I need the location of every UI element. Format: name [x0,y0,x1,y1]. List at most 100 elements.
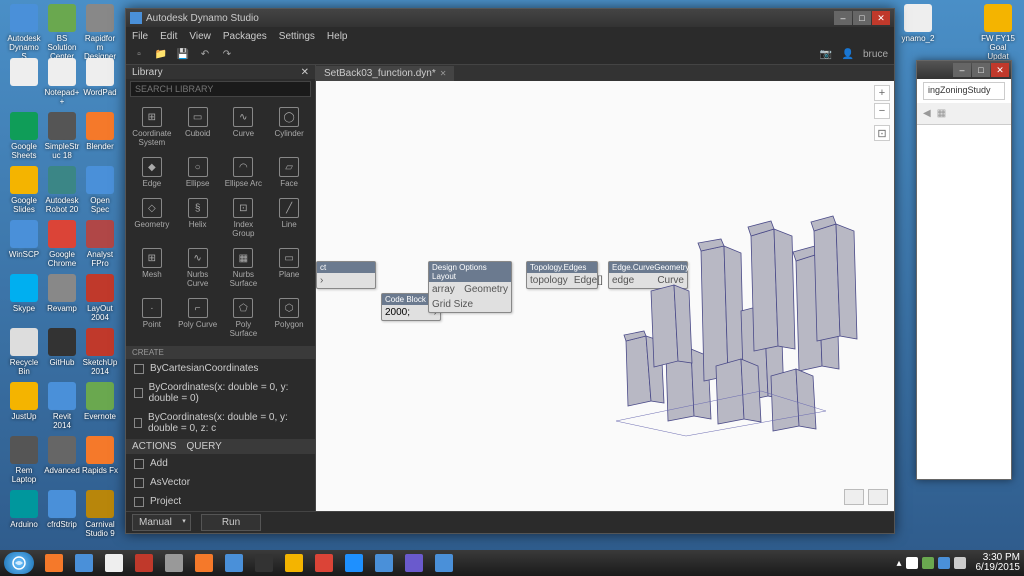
action-item[interactable]: Add [126,454,315,473]
document-tab[interactable]: SetBack03_function.dyn* ✕ [316,66,454,81]
desktop-icon[interactable]: Advanced [44,436,80,475]
category-index-group[interactable]: ⊡Index Group [222,194,266,242]
category-poly-surface[interactable]: ⬠Poly Surface [222,294,266,342]
category-point[interactable]: ·Point [130,294,174,342]
menu-file[interactable]: File [132,31,148,42]
desktop-icon[interactable]: Revamp [44,274,80,313]
taskbar-app[interactable] [370,552,398,574]
section-create[interactable]: CREATE [126,346,315,359]
zoom-fit-button[interactable]: ⊡ [874,125,890,141]
category-nurbs-surface[interactable]: ▦Nurbs Surface [222,244,266,292]
menu-help[interactable]: Help [327,31,348,42]
taskbar-app[interactable] [190,552,218,574]
clock[interactable]: 3:30 PM 6/19/2015 [976,553,1021,573]
category-nurbs-curve[interactable]: ∿Nurbs Curve [176,244,220,292]
maximize-button[interactable]: □ [853,11,871,25]
taskbar-app[interactable] [400,552,428,574]
category-cylinder[interactable]: ◯Cylinder [267,103,311,151]
run-button[interactable]: Run [201,514,261,531]
node-item[interactable]: ByCoordinates(x: double = 0, y: double =… [126,378,315,408]
node-extract[interactable]: ct › [316,261,376,289]
tray-icon[interactable] [922,557,934,569]
run-mode-dropdown[interactable]: Manual [132,514,191,531]
taskbar-app[interactable] [250,552,278,574]
category-helix[interactable]: §Helix [176,194,220,242]
node-item[interactable]: ByCoordinates(x: double = 0, y: double =… [126,408,315,438]
desktop-icon[interactable]: SimpleStruc 18 [44,112,80,160]
desktop-icon[interactable]: Google Slides [6,166,42,214]
desktop-icon[interactable]: Evernote [82,382,118,421]
desktop-icon[interactable]: Blender [82,112,118,151]
nav-mode-2[interactable] [868,489,888,505]
taskbar-app[interactable] [40,552,68,574]
save-icon[interactable]: 💾 [176,48,190,62]
canvas[interactable]: + − ⊡ ct › Code Block 2000;› Design Opti… [316,81,894,511]
category-line[interactable]: ╱Line [267,194,311,242]
category-cuboid[interactable]: ▭Cuboid [176,103,220,151]
category-coordinate-system[interactable]: ⊞Coordinate System [130,103,174,151]
zoom-out-button[interactable]: − [874,103,890,119]
zoom-in-button[interactable]: + [874,85,890,101]
category-curve[interactable]: ∿Curve [222,103,266,151]
redo-icon[interactable]: ↷ [220,48,234,62]
section-actions[interactable]: ACTIONS [132,441,176,452]
user-icon[interactable]: 👤 [841,48,855,62]
desktop-icon[interactable]: SketchUp 2014 [82,328,118,376]
desktop-icon[interactable]: Rem Laptop [6,436,42,484]
menu-packages[interactable]: Packages [223,31,267,42]
explorer-address[interactable]: ingZoningStudy [923,82,1005,100]
category-plane[interactable]: ▭Plane [267,244,311,292]
category-ellipse[interactable]: ○Ellipse [176,153,220,192]
desktop-icon[interactable]: Autodesk Robot 20 [44,166,80,214]
taskbar-app[interactable] [310,552,338,574]
start-button[interactable] [4,552,34,574]
close-button[interactable]: ✕ [872,11,890,25]
category-mesh[interactable]: ⊞Mesh [130,244,174,292]
tab-close-icon[interactable]: ✕ [440,69,447,78]
camera-icon[interactable]: 📷 [819,48,833,62]
desktop-icon[interactable]: WordPad [82,58,118,97]
tray-volume-icon[interactable] [954,557,966,569]
library-close-icon[interactable]: ✕ [301,67,309,78]
desktop-icon[interactable]: Revit 2014 [44,382,80,430]
desktop-icon[interactable]: Google Chrome [44,220,80,268]
explorer-minimize[interactable]: ‒ [953,63,971,77]
desktop-icon[interactable]: GitHub [44,328,80,367]
open-icon[interactable]: 📁 [154,48,168,62]
desktop-icon[interactable]: Carnival Studio 9 [82,490,118,538]
nav-mode-1[interactable] [844,489,864,505]
desktop-icon[interactable]: BS Solution Center [44,4,80,61]
desktop-icon[interactable]: LayOut 2004 [82,274,118,322]
taskbar-app[interactable] [430,552,458,574]
desktop-icon[interactable]: Rapids Fx [82,436,118,475]
node-design-options[interactable]: Design Options Layout arrayGeometry Grid… [428,261,512,313]
desktop-icon[interactable] [6,58,42,88]
node-item[interactable]: ByCartesianCoordinates [126,359,315,378]
category-poly-curve[interactable]: ⌐Poly Curve [176,294,220,342]
taskbar-app[interactable] [130,552,158,574]
category-polygon[interactable]: ⬡Polygon [267,294,311,342]
desktop-icon[interactable]: Google Sheets [6,112,42,160]
menu-settings[interactable]: Settings [279,31,315,42]
undo-icon[interactable]: ↶ [198,48,212,62]
category-geometry[interactable]: ◇Geometry [130,194,174,242]
action-item[interactable]: AsVector [126,473,315,492]
view-icon[interactable]: ▦ [937,108,946,119]
desktop-icon[interactable]: WinSCP [6,220,42,259]
taskbar-app[interactable] [220,552,248,574]
minimize-button[interactable]: ‒ [834,11,852,25]
explorer-close[interactable]: ✕ [991,63,1009,77]
desktop-icon[interactable]: ynamo_2 [900,4,936,43]
taskbar-app[interactable] [340,552,368,574]
desktop-icon[interactable]: Notepad++ [44,58,80,106]
desktop-icon[interactable]: JustUp [6,382,42,421]
menu-edit[interactable]: Edit [160,31,177,42]
tray-network-icon[interactable] [938,557,950,569]
section-query[interactable]: QUERY [186,441,221,452]
taskbar-app[interactable] [280,552,308,574]
category-edge[interactable]: ◆Edge [130,153,174,192]
menu-view[interactable]: View [189,31,211,42]
action-item[interactable]: Project [126,492,315,511]
desktop-icon[interactable]: Arduino [6,490,42,529]
explorer-maximize[interactable]: □ [972,63,990,77]
